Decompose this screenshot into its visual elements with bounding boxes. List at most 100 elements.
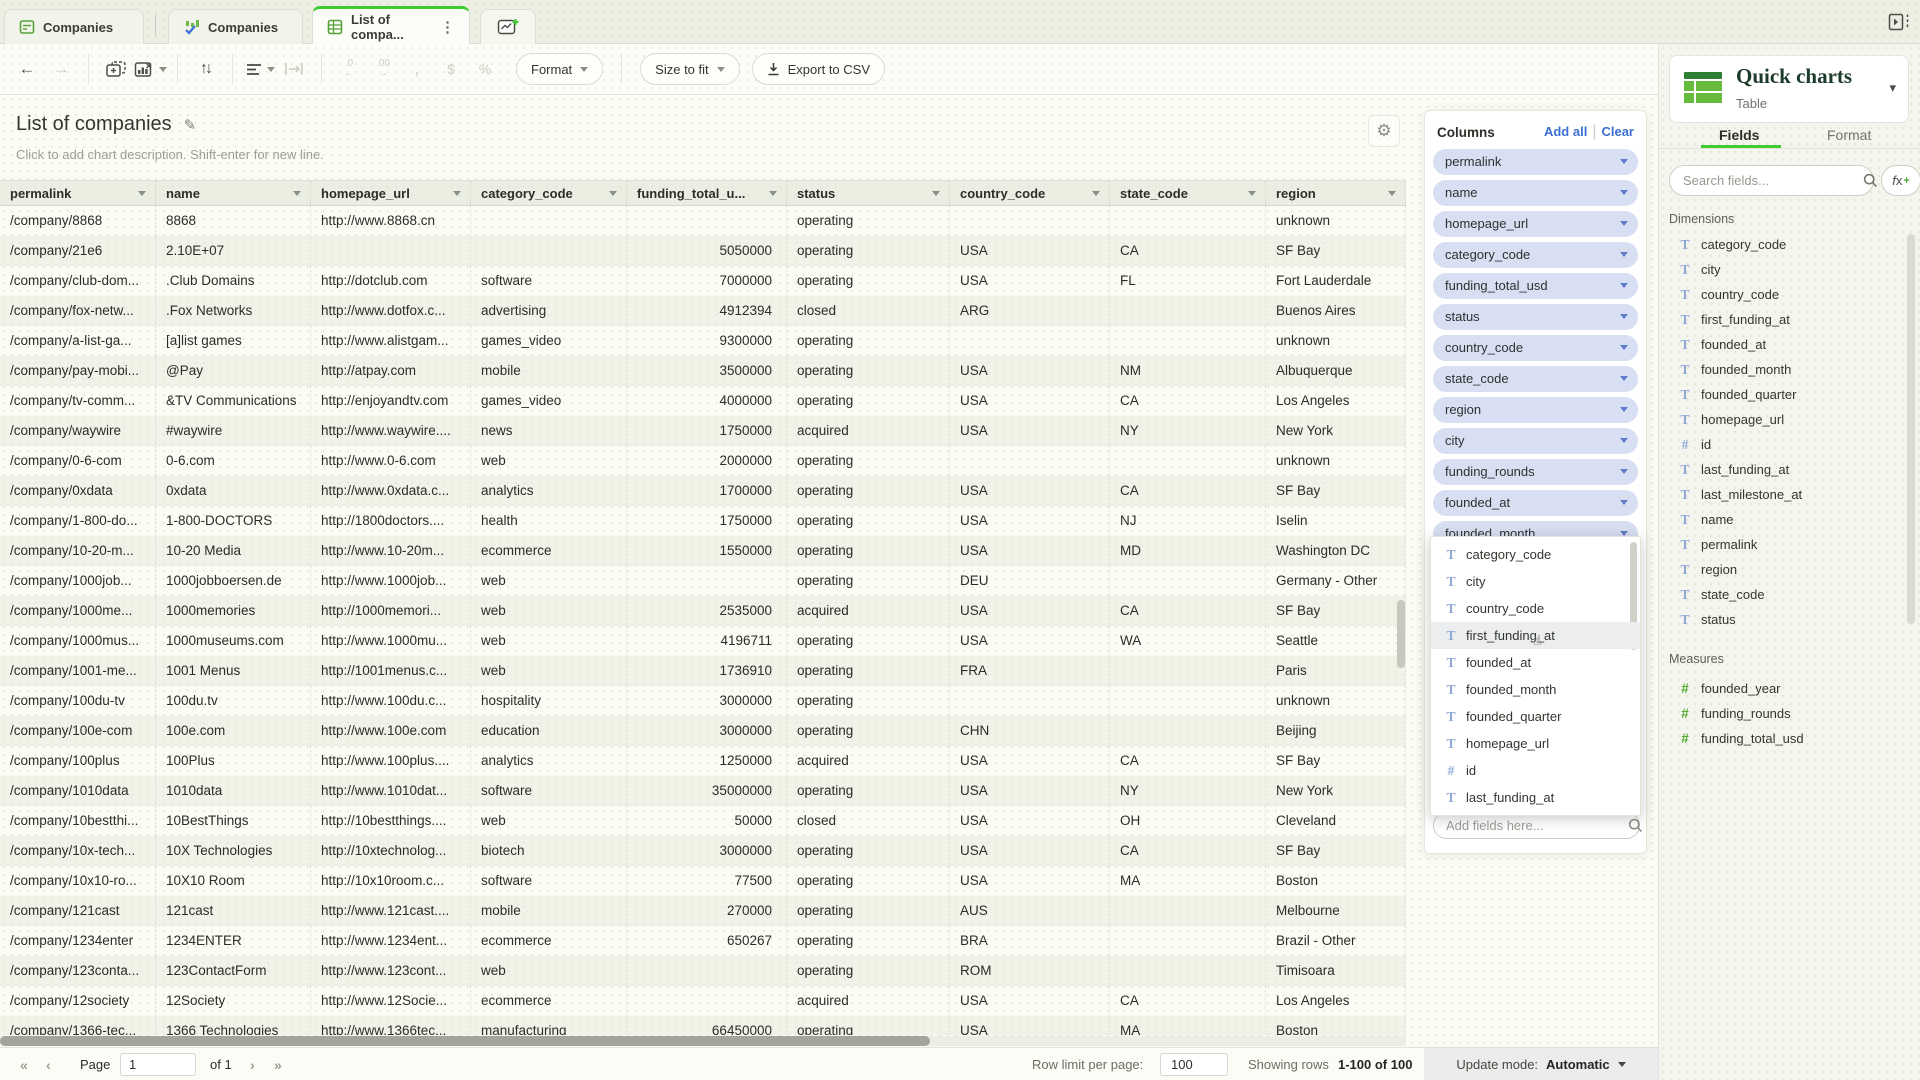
table-cell[interactable]: http://www.1366tec... (311, 1016, 471, 1035)
table-cell[interactable]: CA (1110, 596, 1266, 626)
sort-caret-icon[interactable] (769, 191, 777, 196)
table-cell[interactable]: MD (1110, 536, 1266, 566)
table-cell[interactable]: games_video (471, 386, 627, 416)
field-list-item[interactable]: Tfounded_month (1679, 357, 1899, 382)
table-cell[interactable]: /company/100plus (0, 746, 156, 776)
table-cell[interactable] (471, 236, 627, 266)
table-cell[interactable] (1110, 296, 1266, 326)
table-cell[interactable]: Los Angeles (1266, 386, 1406, 416)
table-cell[interactable]: web (471, 596, 627, 626)
table-cell[interactable]: .Club Domains (156, 266, 311, 296)
chevron-down-icon[interactable] (1620, 159, 1628, 164)
scrollbar-thumb[interactable] (0, 1036, 930, 1046)
table-cell[interactable]: 100Plus (156, 746, 311, 776)
table-cell[interactable]: 1366 Technologies (156, 1016, 311, 1035)
table-cell[interactable]: operating (787, 866, 950, 896)
table-cell[interactable]: 1550000 (627, 536, 787, 566)
table-cell[interactable]: Brazil - Other (1266, 926, 1406, 956)
chevron-down-icon[interactable] (1620, 345, 1628, 350)
table-cell[interactable]: 2535000 (627, 596, 787, 626)
duplicate-widget-icon[interactable] (99, 53, 133, 85)
table-cell[interactable]: Iselin (1266, 506, 1406, 536)
sort-caret-icon[interactable] (1248, 191, 1256, 196)
table-cell[interactable]: 2000000 (627, 446, 787, 476)
table-cell[interactable]: CA (1110, 836, 1266, 866)
table-cell[interactable]: web (471, 566, 627, 596)
table-cell[interactable]: USA (950, 596, 1110, 626)
table-cell[interactable]: ecommerce (471, 986, 627, 1016)
table-cell[interactable]: operating (787, 236, 950, 266)
table-cell[interactable]: 50000 (627, 806, 787, 836)
chevron-down-icon[interactable] (1620, 314, 1628, 319)
table-cell[interactable]: /company/a-list-ga... (0, 326, 156, 356)
table-cell[interactable]: 77500 (627, 866, 787, 896)
table-cell[interactable]: CA (1110, 746, 1266, 776)
align-icon[interactable] (243, 53, 277, 85)
search-fields-box[interactable] (1669, 165, 1878, 196)
table-cell[interactable]: web (471, 806, 627, 836)
export-csv-button[interactable]: Export to CSV (751, 53, 886, 85)
table-cell[interactable]: 0xdata (156, 476, 311, 506)
table-cell[interactable]: FRA (950, 656, 1110, 686)
tab-fields[interactable]: Fields (1719, 127, 1759, 143)
table-cell[interactable]: /company/club-dom... (0, 266, 156, 296)
tab-companies-2[interactable]: Companies (168, 9, 303, 44)
table-cell[interactable]: CA (1110, 476, 1266, 506)
table-cell[interactable]: manufacturing (471, 1016, 627, 1035)
table-vertical-scrollbar[interactable] (1397, 600, 1405, 668)
size-to-fit-dropdown[interactable]: Size to fit (640, 53, 740, 85)
table-cell[interactable]: 1010data (156, 776, 311, 806)
table-cell[interactable]: BRA (950, 926, 1110, 956)
table-cell[interactable]: USA (950, 506, 1110, 536)
table-cell[interactable]: operating (787, 206, 950, 236)
table-cell[interactable]: education (471, 716, 627, 746)
table-cell[interactable]: USA (950, 866, 1110, 896)
sort-caret-icon[interactable] (138, 191, 146, 196)
table-cell[interactable]: acquired (787, 746, 950, 776)
table-cell[interactable]: operating (787, 476, 950, 506)
table-cell[interactable]: /company/pay-mobi... (0, 356, 156, 386)
table-cell[interactable] (1110, 326, 1266, 356)
chevron-down-icon[interactable] (1620, 221, 1628, 226)
table-cell[interactable]: closed (787, 296, 950, 326)
table-cell[interactable]: USA (950, 1016, 1110, 1035)
column-header[interactable]: country_code (950, 181, 1110, 205)
table-cell[interactable] (627, 206, 787, 236)
table-cell[interactable]: 10-20 Media (156, 536, 311, 566)
column-pill[interactable]: homepage_url (1433, 211, 1638, 237)
table-cell[interactable] (950, 446, 1110, 476)
table-cell[interactable]: 3000000 (627, 716, 787, 746)
table-cell[interactable]: web (471, 956, 627, 986)
column-pill[interactable]: funding_total_usd (1433, 273, 1638, 299)
sidebar-scrollbar[interactable] (1907, 234, 1915, 624)
table-cell[interactable]: 100du.tv (156, 686, 311, 716)
table-cell[interactable]: SF Bay (1266, 476, 1406, 506)
table-cell[interactable]: mobile (471, 356, 627, 386)
field-option[interactable]: Tfirst_funding_at ☝ (1431, 622, 1640, 649)
column-header[interactable]: category_code (471, 181, 627, 205)
search-fields-input[interactable] (1670, 173, 1863, 188)
table-cell[interactable]: acquired (787, 986, 950, 1016)
table-cell[interactable]: MA (1110, 866, 1266, 896)
table-cell[interactable]: acquired (787, 416, 950, 446)
table-cell[interactable]: Boston (1266, 866, 1406, 896)
clear-link[interactable]: Clear (1601, 124, 1634, 139)
table-cell[interactable]: health (471, 506, 627, 536)
table-cell[interactable]: 1000jobboersen.de (156, 566, 311, 596)
field-list-item[interactable]: Thomepage_url (1679, 407, 1899, 432)
table-cell[interactable] (627, 566, 787, 596)
table-cell[interactable]: /company/tv-comm... (0, 386, 156, 416)
table-cell[interactable]: operating (787, 266, 950, 296)
table-cell[interactable]: Germany - Other (1266, 566, 1406, 596)
table-cell[interactable]: 3000000 (627, 836, 787, 866)
table-cell[interactable]: USA (950, 536, 1110, 566)
column-header[interactable]: name (156, 181, 311, 205)
table-cell[interactable] (1110, 926, 1266, 956)
table-cell[interactable]: http://www.1234ent... (311, 926, 471, 956)
table-cell[interactable]: http://www.8868.cn (311, 206, 471, 236)
table-cell[interactable]: /company/8868 (0, 206, 156, 236)
table-cell[interactable]: /company/10x-tech... (0, 836, 156, 866)
table-cell[interactable]: [a]list games (156, 326, 311, 356)
table-cell[interactable]: 121cast (156, 896, 311, 926)
table-cell[interactable]: http://1800doctors.... (311, 506, 471, 536)
